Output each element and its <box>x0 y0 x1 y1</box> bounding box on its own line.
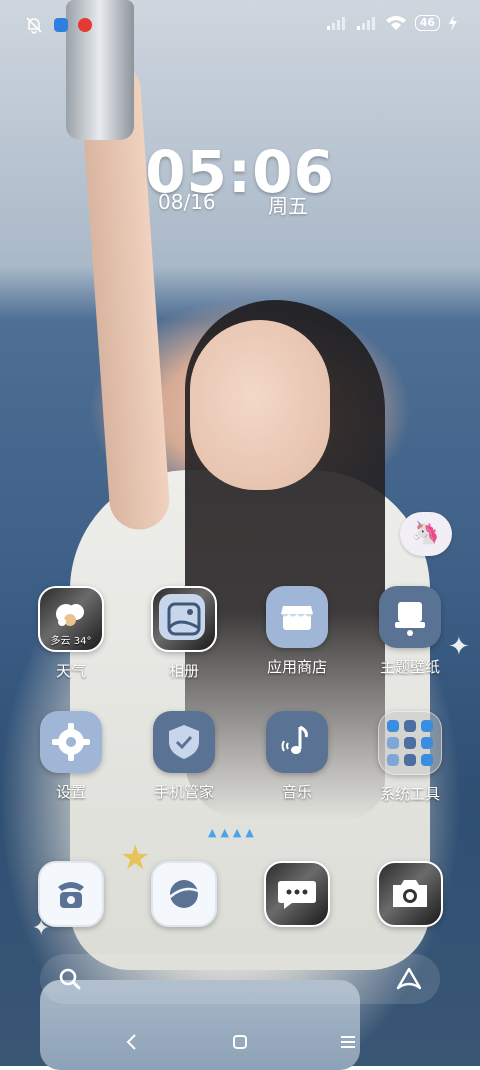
dock-phone[interactable] <box>21 861 121 927</box>
battery-icon: 46 <box>414 15 440 31</box>
browser-icon <box>151 861 217 927</box>
assistant-icon[interactable] <box>395 966 423 992</box>
app-store-icon <box>266 586 328 648</box>
weather-icon: 多云 34° <box>38 586 104 652</box>
app-weather[interactable]: 多云 34° 天气 <box>21 586 121 681</box>
clock-weekday: 周五 <box>268 194 308 218</box>
charging-icon <box>449 15 457 31</box>
app-label: 相册 <box>168 662 199 680</box>
app-folder-system-tools[interactable]: 系统工具 <box>360 711 460 804</box>
camera-icon <box>377 861 443 927</box>
app-label: 音乐 <box>281 783 312 801</box>
app-label: 手机管家 <box>153 783 214 801</box>
clock-date: 08/16 <box>158 190 216 214</box>
page-indicator: ▲▲▲▲ <box>208 826 258 839</box>
bell-off-icon <box>26 17 42 34</box>
app-label: 设置 <box>55 783 86 801</box>
app-notification-icon <box>78 18 92 32</box>
app-themes[interactable]: 主题壁纸 <box>360 586 460 677</box>
navigation-bar <box>0 1020 480 1066</box>
folder-icon <box>378 711 442 775</box>
wallpaper-face <box>190 320 330 490</box>
app-gallery[interactable]: 相册 <box>134 586 234 681</box>
unicorn-sticker: 🦄 <box>400 512 452 556</box>
back-icon[interactable] <box>120 1030 144 1054</box>
gear-icon <box>40 711 102 773</box>
status-bar: 46 <box>0 0 480 52</box>
app-label: 应用商店 <box>266 658 327 676</box>
shield-icon <box>153 711 215 773</box>
recents-icon[interactable] <box>336 1030 360 1054</box>
app-notification-icon <box>54 18 68 32</box>
search-bar[interactable] <box>40 954 440 1004</box>
dock-messages[interactable] <box>247 861 347 927</box>
signal-icon <box>326 17 345 30</box>
app-label: 系统工具 <box>379 785 440 803</box>
app-settings[interactable]: 设置 <box>21 711 121 802</box>
app-store[interactable]: 应用商店 <box>247 586 347 677</box>
signal-icon <box>356 17 375 30</box>
gallery-icon <box>151 586 217 652</box>
message-icon <box>264 861 330 927</box>
music-icon <box>266 711 328 773</box>
weather-widget-text: 多云 34° <box>50 636 92 647</box>
phone-icon <box>38 861 104 927</box>
dock-camera[interactable] <box>360 861 460 927</box>
themes-icon <box>379 586 441 648</box>
app-security[interactable]: 手机管家 <box>134 711 234 802</box>
date-row: 08/16 周五 <box>158 190 308 219</box>
home-icon[interactable] <box>228 1030 252 1054</box>
app-label: 主题壁纸 <box>379 658 440 676</box>
app-music[interactable]: 音乐 <box>247 711 347 802</box>
search-icon[interactable] <box>58 967 82 991</box>
app-label: 天气 <box>55 662 86 680</box>
dock-browser[interactable] <box>134 861 234 927</box>
wifi-icon <box>385 16 406 30</box>
